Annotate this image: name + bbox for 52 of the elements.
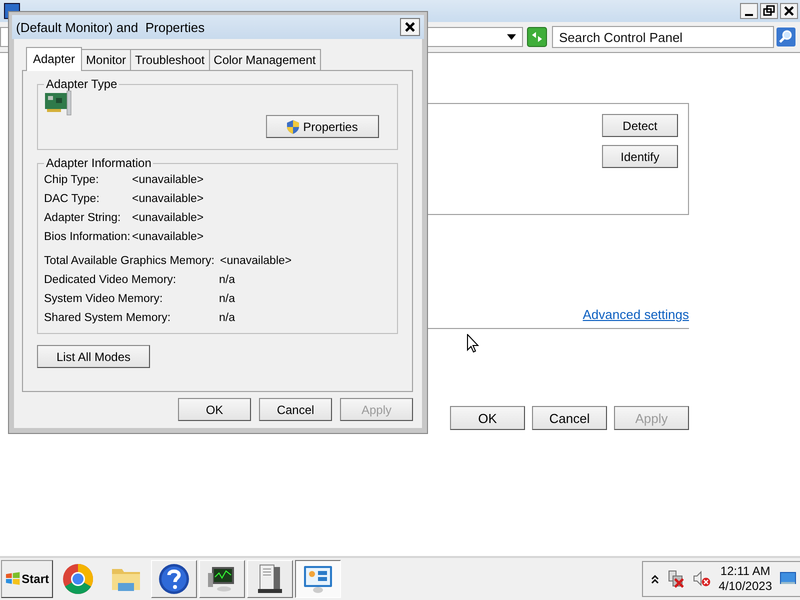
display-settings-icon xyxy=(302,563,334,595)
refresh-icon[interactable] xyxy=(527,27,547,47)
info-value: <unavailable> xyxy=(132,212,205,224)
start-button[interactable]: Start xyxy=(1,560,53,598)
info-label: Adapter String: xyxy=(44,212,122,224)
close-icon[interactable] xyxy=(400,18,420,36)
info-label: Dedicated Video Memory: xyxy=(44,274,178,286)
dialog-button[interactable]: Cancel xyxy=(532,406,607,430)
info-value: <unavailable> xyxy=(132,174,205,186)
info-label: Bios Information: xyxy=(44,231,132,243)
cursor-icon xyxy=(467,334,479,353)
properties-button[interactable]: Properties xyxy=(266,115,379,138)
info-label: DAC Type: xyxy=(44,193,100,205)
info-label: Shared System Memory: xyxy=(44,312,172,324)
info-label: System Video Memory: xyxy=(44,293,164,305)
tab[interactable]: Color Management xyxy=(208,49,321,70)
restore-icon[interactable] xyxy=(760,3,778,19)
info-label: Total Available Graphics Memory: xyxy=(44,255,216,267)
search-field[interactable]: Search Control Panel xyxy=(552,26,774,48)
shield-icon xyxy=(287,120,300,134)
dialog-button[interactable]: Cancel xyxy=(259,398,332,421)
windows-logo-icon xyxy=(5,571,21,587)
info-value: <unavailable> xyxy=(132,193,205,205)
clock-date: 4/10/2023 xyxy=(718,579,772,594)
close-icon[interactable] xyxy=(780,3,798,19)
group-heading: Adapter Information xyxy=(45,156,152,170)
search-icon[interactable] xyxy=(776,27,796,47)
tab[interactable]: Adapter xyxy=(26,47,82,71)
show-desktop-icon[interactable] xyxy=(780,572,796,586)
minimize-icon[interactable] xyxy=(740,3,758,19)
info-value: n/a xyxy=(219,293,235,305)
window-title: (Default Monitor) and Properties xyxy=(16,20,205,34)
network-icon[interactable] xyxy=(666,570,685,588)
speaker-icon[interactable] xyxy=(692,570,711,588)
info-value: n/a xyxy=(219,312,235,324)
group-heading: Adapter Type xyxy=(45,77,118,91)
info-value: n/a xyxy=(219,274,235,286)
advanced-settings-link[interactable]: Advanced settings xyxy=(582,307,689,322)
info-label: Chip Type: xyxy=(44,174,100,186)
info-value: <unavailable> xyxy=(220,255,292,267)
list-all-modes-button[interactable]: List All Modes xyxy=(37,345,150,368)
dialog-button[interactable]: Identify xyxy=(602,145,678,168)
browser-icon xyxy=(62,563,94,595)
help-icon xyxy=(158,563,190,595)
dialog-button[interactable]: Detect xyxy=(602,114,678,137)
circuit-board-icon xyxy=(44,89,74,117)
chevron-icon[interactable] xyxy=(650,574,659,584)
info-value: <unavailable> xyxy=(132,231,205,243)
clock-time: 12:11 AM xyxy=(720,564,770,579)
dialog-button[interactable]: OK xyxy=(450,406,525,430)
dialog-button[interactable]: OK xyxy=(178,398,251,421)
dropdown-icon[interactable] xyxy=(507,34,516,40)
